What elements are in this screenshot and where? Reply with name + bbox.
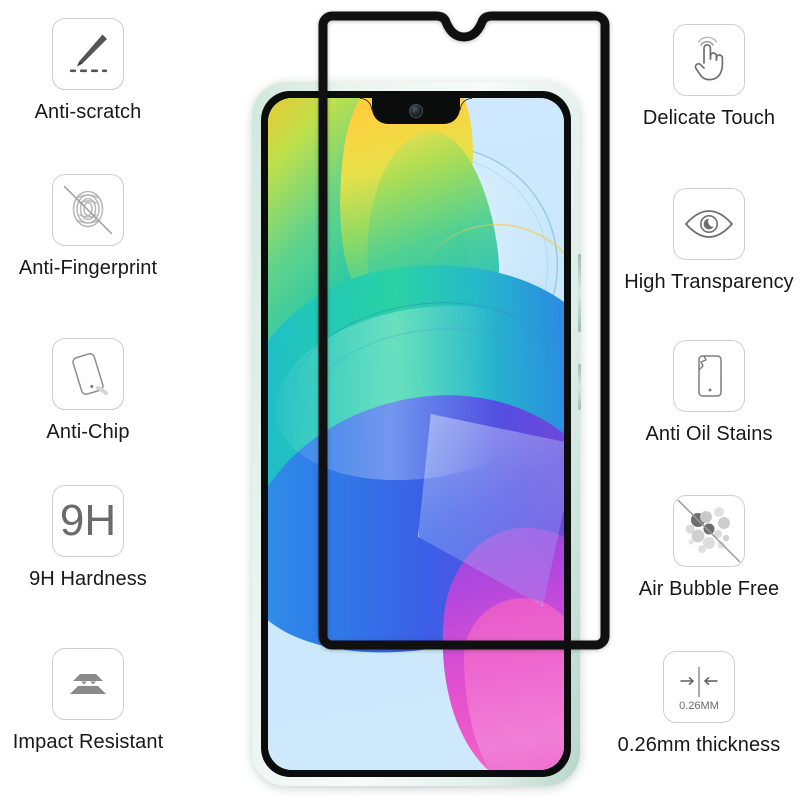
feature-label: Anti-Fingerprint (18, 257, 158, 279)
phone-frame (252, 82, 581, 786)
fingerprint-slash-icon (52, 174, 124, 246)
feature-air-bubble-free: Air Bubble Free (620, 495, 798, 599)
feature-label: 9H Hardness (29, 568, 147, 590)
9h-hardness-icon: 9H (52, 485, 124, 557)
phone-bezel (261, 91, 571, 777)
feature-anti-scratch: Anti-scratch (10, 18, 166, 122)
feature-thickness: 0.26MM 0.26mm thickness (598, 651, 800, 755)
9h-icon-text: 9H (59, 496, 117, 545)
power-button[interactable] (578, 364, 581, 410)
feature-label: 0.26mm thickness (617, 734, 781, 756)
feature-label: Air Bubble Free (638, 578, 780, 600)
infographic-canvas: Anti-scratch Anti-Fingerprint Anti-Chip … (0, 0, 800, 800)
tilted-phone-icon (52, 338, 124, 410)
feature-anti-fingerprint: Anti-Fingerprint (10, 174, 166, 278)
volume-rocker-button[interactable] (578, 254, 581, 332)
feature-label: Anti-scratch (34, 101, 142, 123)
hand-tap-icon (673, 24, 745, 96)
bubbles-slash-icon (673, 495, 745, 567)
wallpaper-ribbon-magenta-2 (464, 598, 564, 770)
feature-delicate-touch: Delicate Touch (628, 24, 790, 128)
feature-label: Anti-Chip (46, 421, 130, 443)
feature-9h-hardness: 9H 9H Hardness (10, 485, 166, 589)
phone-screen (268, 98, 564, 770)
feature-label: Anti Oil Stains (645, 423, 773, 445)
eye-icon (673, 188, 745, 260)
cracked-phone-icon (673, 340, 745, 412)
waterdrop-notch (360, 98, 472, 124)
thickness-icon-text: 0.26MM (679, 700, 719, 712)
pen-scratch-icon (52, 18, 124, 90)
feature-label: High Transparency (624, 271, 794, 293)
phone-product-photo (248, 78, 584, 794)
feature-impact-resistant: Impact Resistant (10, 648, 166, 752)
feature-anti-chip: Anti-Chip (10, 338, 166, 442)
feature-label: Impact Resistant (12, 731, 164, 753)
thickness-arrows-icon: 0.26MM (663, 651, 735, 723)
feature-label: Delicate Touch (642, 107, 776, 129)
impact-plates-icon (52, 648, 124, 720)
feature-anti-oil-stains: Anti Oil Stains (620, 340, 798, 444)
feature-high-transparency: High Transparency (614, 188, 800, 292)
front-camera-icon (410, 105, 422, 117)
